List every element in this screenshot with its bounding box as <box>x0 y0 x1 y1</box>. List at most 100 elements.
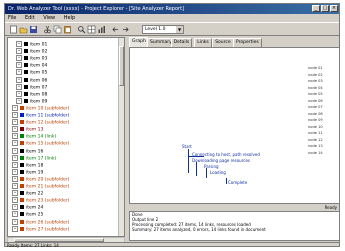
level-combo[interactable]: Level 1.0 ▼ <box>142 25 184 34</box>
expand-icon[interactable]: + <box>16 62 22 69</box>
tree-item[interactable]: + item 12 (subfolder) <box>12 119 69 126</box>
graph-node[interactable]: Loading <box>210 170 226 175</box>
tree-item[interactable]: + item 02 <box>16 48 47 55</box>
menu-help[interactable]: Help <box>64 15 75 21</box>
tree-item[interactable]: + item 19 <box>12 168 43 176</box>
expand-icon[interactable]: + <box>12 104 18 111</box>
tree-item[interactable]: + item 21 (subfolder) <box>12 183 69 190</box>
tree-item[interactable]: + item 05 <box>16 69 47 76</box>
tree-item[interactable]: + item 23 (subfolder) <box>12 197 69 204</box>
graph-node[interactable]: Start <box>182 144 192 149</box>
tree-item[interactable]: + item 25 <box>12 211 43 218</box>
tree-item[interactable]: + item 13 <box>12 126 43 133</box>
expand-icon[interactable]: + <box>12 168 18 175</box>
tab-graph[interactable]: Graph <box>129 37 149 47</box>
tree-item[interactable]: + item 27 (subfolder) <box>12 225 69 233</box>
expand-icon[interactable]: + <box>12 204 18 211</box>
graph-node[interactable]: node 12 <box>308 138 323 142</box>
graph-node[interactable]: node 06 <box>308 99 323 103</box>
tree-item[interactable]: + item 01 <box>16 41 47 48</box>
tree-item[interactable]: + item 04 <box>16 62 47 69</box>
tab-source[interactable]: Source <box>212 38 234 47</box>
tree-item[interactable]: + item 24 <box>12 204 43 211</box>
expand-icon[interactable]: + <box>12 119 18 126</box>
graph-node[interactable]: node 01 <box>308 66 323 70</box>
tab-properties[interactable]: Properties <box>233 38 262 47</box>
graph-node[interactable]: node 13 <box>308 144 323 148</box>
save-icon[interactable] <box>29 25 38 34</box>
tree-item[interactable]: + item 07 <box>16 83 47 91</box>
tree-item[interactable]: + item 03 <box>16 55 47 62</box>
expand-icon[interactable]: + <box>12 183 18 189</box>
close-button[interactable]: × <box>330 5 338 12</box>
paste-icon[interactable] <box>63 25 72 34</box>
menu-file[interactable]: File <box>8 15 16 21</box>
grid-icon[interactable] <box>87 25 96 34</box>
copy-icon[interactable] <box>53 25 62 34</box>
expand-icon[interactable]: + <box>12 154 18 161</box>
expand-icon[interactable]: + <box>12 140 18 147</box>
menu-edit[interactable]: Edit <box>25 15 35 21</box>
new-icon[interactable] <box>9 25 18 34</box>
graph-node[interactable]: node 10 <box>308 125 323 129</box>
expand-icon[interactable]: + <box>16 48 22 55</box>
tree-item[interactable]: + item 17 (link) <box>12 154 56 162</box>
expand-icon[interactable]: + <box>16 69 22 76</box>
expand-icon[interactable]: + <box>12 147 18 154</box>
expand-icon[interactable]: + <box>12 175 18 182</box>
tree-item[interactable]: + item 08 <box>16 90 47 98</box>
open-icon[interactable] <box>19 25 28 34</box>
tree-item[interactable]: + item 06 <box>16 76 47 84</box>
graph-node[interactable]: node 14 <box>308 151 323 155</box>
expand-icon[interactable]: + <box>16 97 22 104</box>
expand-icon[interactable]: + <box>12 161 18 168</box>
tree-item[interactable]: + item 18 <box>12 161 43 169</box>
tree-item[interactable]: + item 16 <box>12 147 43 155</box>
tree-item[interactable]: + item 10 (subfolder) <box>12 104 69 112</box>
minimize-button[interactable]: _ <box>312 5 320 12</box>
graph-node[interactable]: node 07 <box>308 105 323 109</box>
expand-icon[interactable]: + <box>16 55 22 62</box>
tree-item[interactable]: + item 14 (link) <box>12 133 56 140</box>
graph-node[interactable]: node 08 <box>308 112 323 116</box>
graph-node[interactable]: node 11 <box>308 131 323 135</box>
tree-item[interactable]: + item 20 (subfolder) <box>12 175 69 183</box>
graph-node[interactable]: Downloading page resources <box>192 158 250 163</box>
expand-icon[interactable]: + <box>16 83 22 90</box>
expand-icon[interactable]: + <box>16 41 22 47</box>
graph-node[interactable]: node 04 <box>308 86 323 90</box>
tree-vertical-scrollbar[interactable] <box>118 38 124 236</box>
chevron-down-icon[interactable]: ▼ <box>176 26 183 33</box>
cut-icon[interactable] <box>43 25 52 34</box>
back-arrow-icon[interactable] <box>111 25 120 34</box>
graph-node[interactable]: Complete <box>228 180 247 185</box>
expand-icon[interactable]: + <box>12 197 18 204</box>
expand-icon[interactable]: + <box>12 133 18 140</box>
tree-scroll-thumb[interactable] <box>119 46 124 86</box>
graph-node[interactable]: node 09 <box>308 118 323 122</box>
expand-icon[interactable]: + <box>16 76 22 83</box>
tree-item[interactable]: + item 09 <box>16 97 47 105</box>
expand-icon[interactable]: + <box>12 190 18 197</box>
tree-item[interactable]: + item 22 <box>12 190 43 197</box>
expand-icon[interactable]: + <box>12 112 18 118</box>
graph-node[interactable]: node 02 <box>308 73 323 77</box>
tree-item[interactable]: + item 15 (subfolder) <box>12 140 69 147</box>
find-icon[interactable] <box>77 25 86 34</box>
expand-icon[interactable]: + <box>12 225 18 232</box>
chart-icon[interactable] <box>97 25 106 34</box>
tab-details[interactable]: Details <box>170 38 193 47</box>
expand-icon[interactable]: + <box>12 218 18 225</box>
expand-icon[interactable]: + <box>12 126 18 133</box>
graph-canvas[interactable]: node 01 node 02 node 03 node 04 node 05 node … <box>129 47 340 204</box>
expand-icon[interactable]: + <box>16 90 22 97</box>
menu-view[interactable]: View <box>43 15 55 21</box>
expand-icon[interactable]: + <box>12 211 18 218</box>
forward-arrow-icon[interactable] <box>121 25 130 34</box>
tab-links[interactable]: Links <box>194 38 212 47</box>
graph-node[interactable]: node 05 <box>308 92 323 96</box>
tree-item[interactable]: + item 11 (subfolder) <box>12 112 69 119</box>
project-tree[interactable]: + item 01 + item 02 + item 03 + item 04 + item 05… <box>7 37 125 237</box>
graph-node[interactable]: node 03 <box>308 79 323 83</box>
maximize-button[interactable]: □ <box>321 5 329 12</box>
